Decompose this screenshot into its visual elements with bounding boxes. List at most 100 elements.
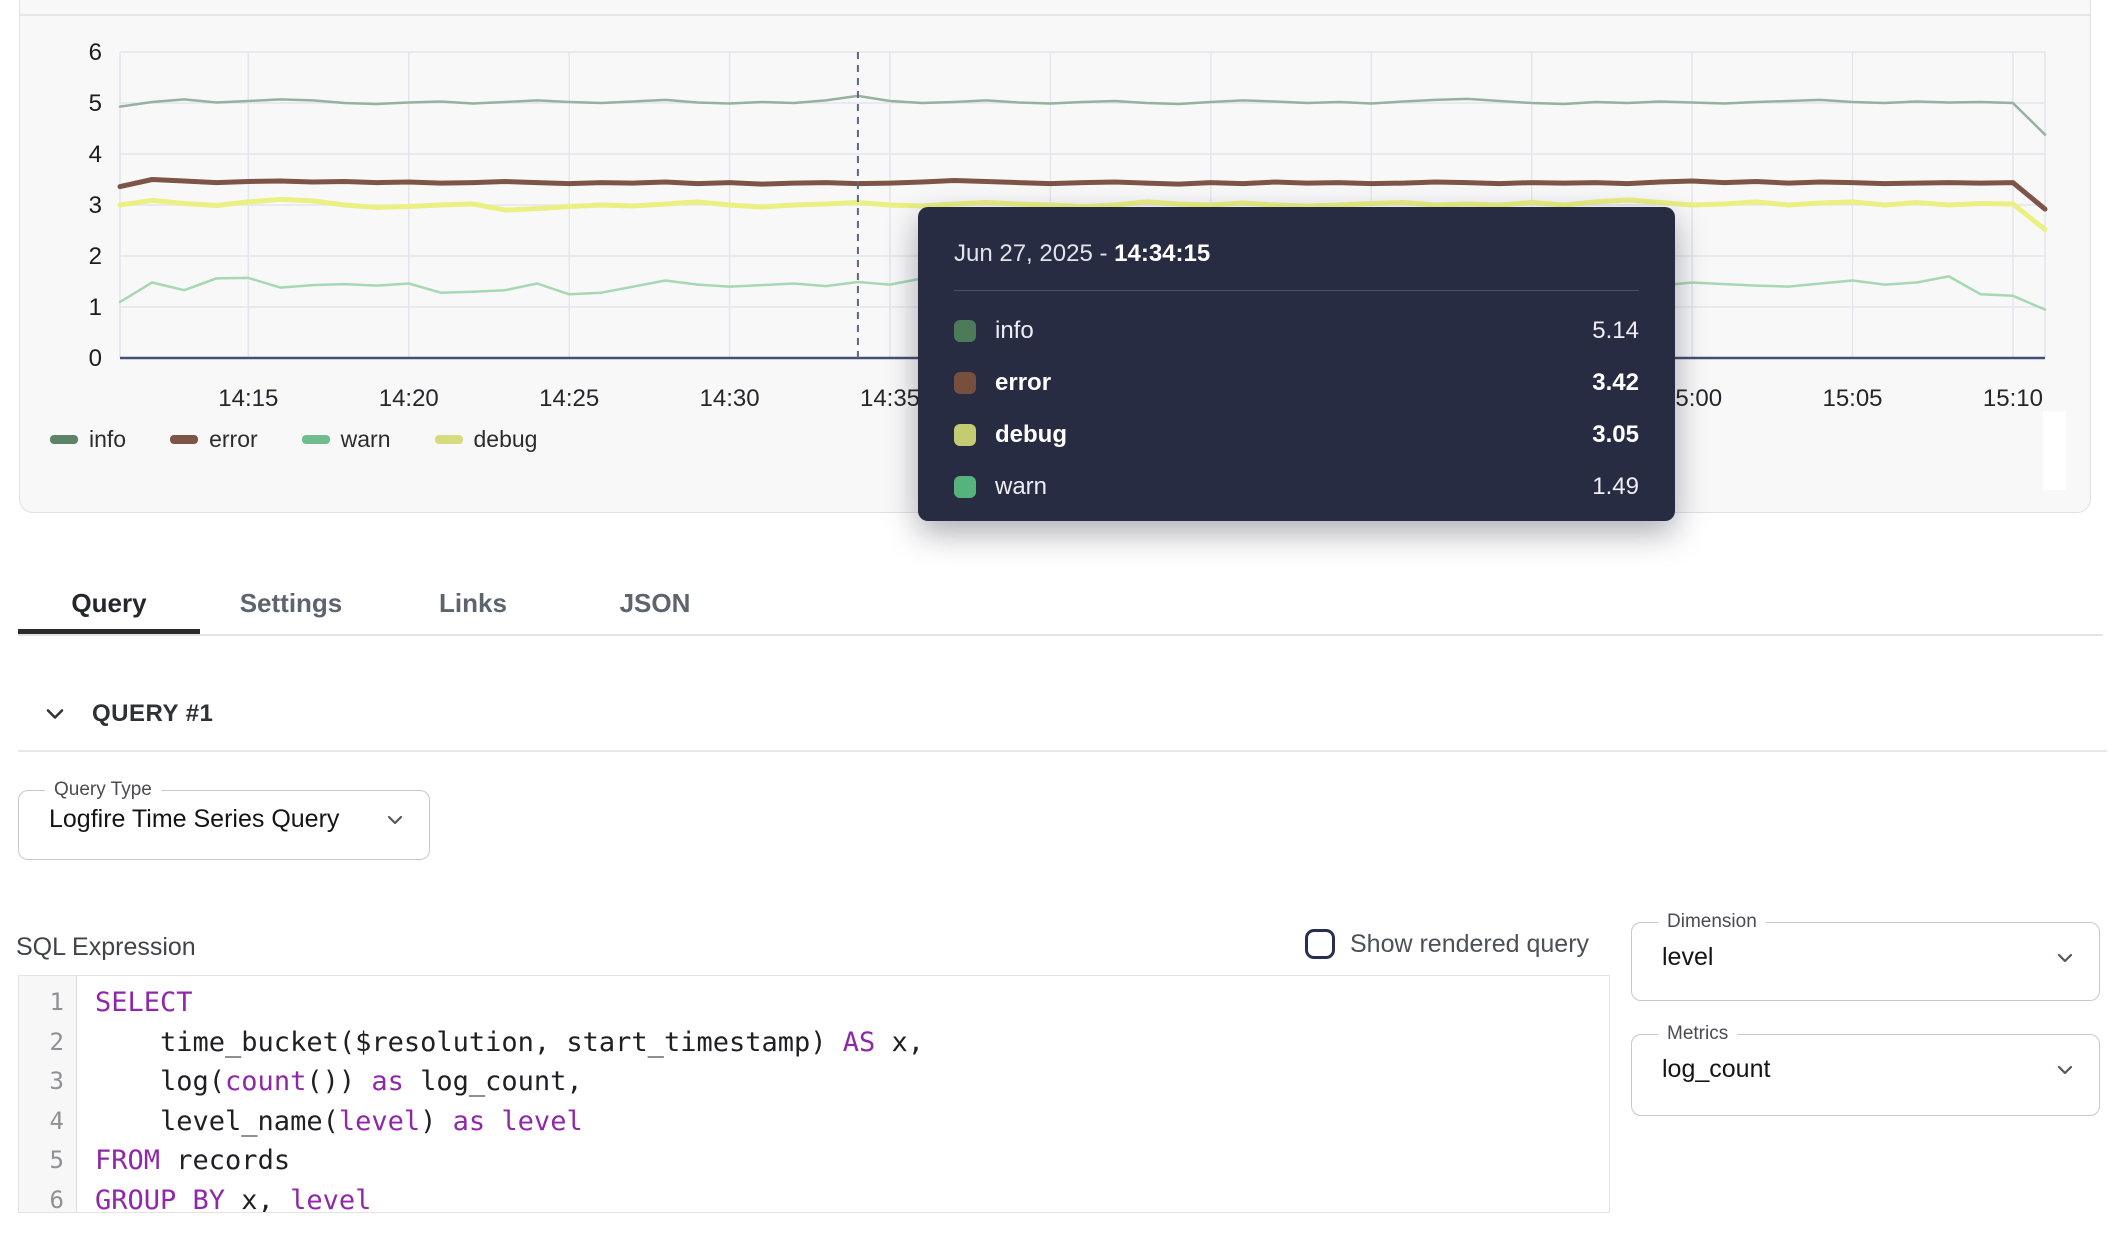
query-type-select[interactable]: Query Type Logfire Time Series Query [18,779,430,860]
chevron-down-icon [2053,1058,2077,1082]
code-line: FROM records [95,1141,1609,1181]
x-tick-label: 14:30 [700,385,760,412]
tabs-divider [18,634,2103,636]
sql-keyword: count [225,1066,306,1097]
tooltip-series-label: error [995,369,1051,397]
sql-keyword: level [290,1185,371,1213]
chart-tooltip: Jun 27, 2025 - 14:34:15 info 5.14 error 3.4… [918,207,1675,521]
x-tick-label: 14:20 [379,385,439,412]
line-number: 4 [19,1102,76,1142]
chevron-down-icon [42,701,68,727]
tooltip-row-info: info 5.14 [954,305,1639,357]
legend-label: info [89,426,126,453]
tooltip-row-warn: warn1.49 [954,461,1639,513]
y-tick-label: 4 [89,141,102,168]
tab-links[interactable]: Links [382,573,564,634]
line-number: 6 [19,1181,76,1213]
tooltip-time: 14:34:15 [1114,240,1210,267]
tooltip-swatch-debug [954,424,976,446]
tooltip-series-label: info [995,317,1034,345]
editor-line-numbers: 123456 [19,976,77,1212]
sql-keyword: level [501,1106,582,1137]
query-type-value: Logfire Time Series Query [49,805,383,834]
line-number: 5 [19,1141,76,1181]
code-line: level_name(level) as level [95,1102,1609,1142]
chevron-down-icon [383,808,407,832]
sql-keyword: FROM [95,1145,160,1176]
legend-swatch-debug [435,435,463,444]
y-tick-label: 6 [89,39,102,66]
sql-text [485,1106,501,1137]
sql-text: ()) [306,1066,371,1097]
tooltip-series-label: debug [995,421,1067,449]
legend-item-warn[interactable]: warn [302,426,391,453]
sql-keyword: level [339,1106,420,1137]
sql-text: records [160,1145,290,1176]
y-tick-label: 1 [89,294,102,321]
dimension-label: Dimension [1658,911,1766,933]
line-number: 1 [19,983,76,1023]
tab-json[interactable]: JSON [564,573,746,634]
query-type-label: Query Type [45,779,161,801]
dimension-value: level [1662,943,2053,972]
tab-settings[interactable]: Settings [200,573,382,634]
sql-text: log( [95,1066,225,1097]
metrics-select[interactable]: Metrics log_count [1631,1023,2100,1116]
sql-keyword: SELECT [95,987,193,1018]
tooltip-row-error: error 3.42 [954,357,1639,409]
tab-query[interactable]: Query [18,573,200,634]
query-section-title: QUERY #1 [92,700,213,728]
legend-label: warn [341,426,391,453]
tooltip-swatch-info [954,320,976,342]
code-line: SELECT [95,983,1609,1023]
x-tick-label: 14:15 [218,385,278,412]
tooltip-swatch-error [954,372,976,394]
show-rendered-query-checkbox[interactable] [1305,929,1335,959]
code-line: time_bucket($resolution, start_timestamp… [95,1023,1609,1063]
x-tick-label: 14:35 [860,385,920,412]
line-number: 2 [19,1023,76,1063]
sql-keyword: as [371,1066,404,1097]
query-type-row: Logfire Time Series Query [19,801,429,846]
sql-text: x, [225,1185,290,1213]
sql-keyword: AS [843,1027,876,1058]
tooltip-series-value: 5.14 [1592,317,1639,345]
metrics-value: log_count [1662,1055,2053,1084]
tooltip-swatch-warn [954,476,976,498]
metrics-row: log_count [1632,1045,2099,1096]
sql-keyword: as [453,1106,486,1137]
code-line: log(count()) as log_count, [95,1062,1609,1102]
metrics-label: Metrics [1658,1023,1737,1045]
tooltip-series-value: 1.49 [1592,473,1639,501]
query-section-header[interactable]: QUERY #1 [42,700,213,728]
legend-item-info[interactable]: info [50,426,126,453]
x-tick-label: 14:25 [539,385,599,412]
x-tick-label: 15:10 [1983,385,2043,412]
y-tick-label: 5 [89,90,102,117]
scrollbar-thumb[interactable] [2043,411,2066,490]
y-tick-label: 2 [89,243,102,270]
sql-text: ) [420,1106,453,1137]
tooltip-date: Jun 27, 2025 - [954,240,1114,267]
tooltip-series-value: 3.42 [1592,369,1639,397]
legend-label: debug [474,426,538,453]
tab-bar: Query Settings Links JSON [18,573,746,634]
show-rendered-query-control: Show rendered query [1305,929,1589,959]
tooltip-series-value: 3.05 [1592,421,1639,449]
sql-text: log_count, [404,1066,583,1097]
dashboard-page: 012345614:1514:2014:2514:3014:3514:4014:… [0,0,2118,1244]
dimension-select[interactable]: Dimension level [1631,911,2100,1001]
sql-code-editor[interactable]: 123456 SELECT time_bucket($resolution, s… [18,975,1610,1213]
sql-keyword: GROUP BY [95,1185,225,1213]
y-tick-label: 3 [89,192,102,219]
sql-expression-label: SQL Expression [16,933,196,962]
tooltip-timestamp: Jun 27, 2025 - 14:34:15 [954,240,1639,268]
legend-item-error[interactable]: error [170,426,258,453]
legend-item-debug[interactable]: debug [435,426,538,453]
x-tick-label: 15:05 [1822,385,1882,412]
tooltip-divider [954,290,1639,291]
sql-text: x, [875,1027,924,1058]
editor-code[interactable]: SELECT time_bucket($resolution, start_ti… [77,976,1609,1212]
query-section-divider [18,750,2107,752]
y-tick-label: 0 [89,345,102,372]
